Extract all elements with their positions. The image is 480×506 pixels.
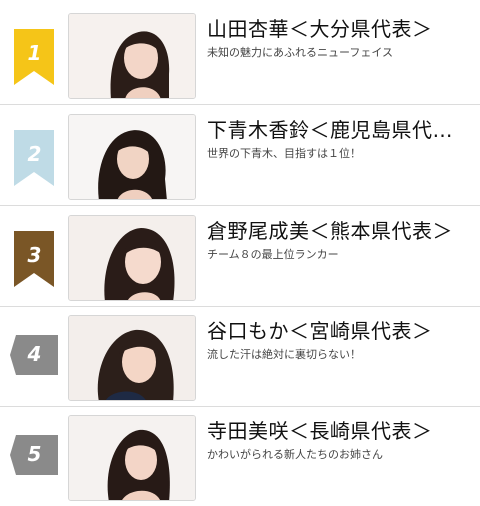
member-photo[interactable] (68, 415, 196, 501)
member-name[interactable]: 山田杏華＜大分県代表＞ (207, 15, 475, 43)
member-info: 倉野尾成美＜熊本県代表＞ チーム８の最上位ランカー (207, 217, 475, 262)
ranking-row-5[interactable]: 5 寺田美咲＜長崎県代表＞ かわいがられる新人たちのお姉さん (0, 407, 480, 506)
member-name[interactable]: 谷口もか＜宮崎県代表＞ (207, 317, 475, 345)
member-photo[interactable] (68, 215, 196, 301)
ranking-list: 1 山田杏華＜大分県代表＞ 未知の魅力にあふれるニューフェイス 2 下青木香鈴＜… (0, 0, 480, 506)
rank-ribbon-badge-gold: 1 (10, 29, 58, 85)
member-name[interactable]: 倉野尾成美＜熊本県代表＞ (207, 217, 475, 245)
member-info: 下青木香鈴＜鹿児島県代… 世界の下青木、目指すは１位！ (207, 116, 475, 161)
rank-number: 2 (27, 142, 42, 166)
rank-ribbon-badge-silver: 2 (10, 130, 58, 186)
rank-ribbon-badge-bronze: 3 (10, 231, 58, 287)
member-tagline: 流した汗は絶対に裏切らない！ (207, 348, 361, 361)
ranking-row-2[interactable]: 2 下青木香鈴＜鹿児島県代… 世界の下青木、目指すは１位！ (0, 106, 480, 206)
member-info: 谷口もか＜宮崎県代表＞ 流した汗は絶対に裏切らない！ (207, 317, 475, 362)
member-tagline: かわいがられる新人たちのお姉さん (207, 448, 383, 461)
member-tagline: チーム８の最上位ランカー (207, 248, 339, 261)
member-tagline: 未知の魅力にあふれるニューフェイス (207, 46, 394, 59)
ranking-row-4[interactable]: 4 谷口もか＜宮崎県代表＞ 流した汗は絶対に裏切らない！ (0, 307, 480, 407)
member-info: 寺田美咲＜長崎県代表＞ かわいがられる新人たちのお姉さん (207, 417, 475, 462)
rank-number: 4 (27, 342, 42, 366)
rank-number: 1 (27, 41, 42, 65)
member-tagline: 世界の下青木、目指すは１位！ (207, 147, 361, 160)
rank-number: 5 (27, 442, 42, 466)
rank-tag-badge: 4 (10, 335, 58, 375)
rank-number: 3 (27, 243, 42, 267)
rank-tag-badge: 5 (10, 435, 58, 475)
ranking-row-1[interactable]: 1 山田杏華＜大分県代表＞ 未知の魅力にあふれるニューフェイス (0, 5, 480, 105)
member-photo[interactable] (68, 114, 196, 200)
member-name[interactable]: 下青木香鈴＜鹿児島県代… (207, 116, 475, 144)
ranking-row-3[interactable]: 3 倉野尾成美＜熊本県代表＞ チーム８の最上位ランカー (0, 207, 480, 307)
member-photo[interactable] (68, 13, 196, 99)
member-info: 山田杏華＜大分県代表＞ 未知の魅力にあふれるニューフェイス (207, 15, 475, 60)
member-name[interactable]: 寺田美咲＜長崎県代表＞ (207, 417, 475, 445)
member-photo[interactable] (68, 315, 196, 401)
